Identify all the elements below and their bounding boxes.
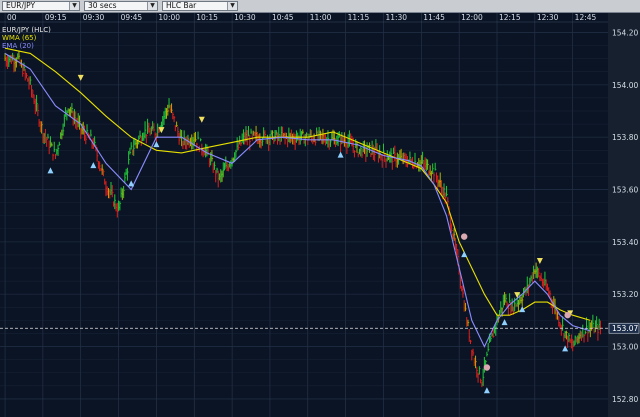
x-tick-label: 09:15 [45, 13, 67, 22]
chevron-down-icon[interactable]: ▼ [227, 2, 237, 10]
chart-type-select[interactable]: HLC Bar ▼ [162, 1, 238, 11]
chevron-down-icon[interactable]: ▼ [69, 2, 79, 10]
y-tick-label: 154.00 [612, 81, 638, 90]
x-tick-label: 12:00 [461, 13, 483, 22]
symbol-select[interactable]: EUR/JPY ▼ [2, 1, 80, 11]
x-tick-label: 12:30 [537, 13, 559, 22]
price-chart[interactable]: 00 09:15 09:30 09:45 10:00 10:15 10:30 10:45 11:… [0, 0, 640, 417]
interval-select[interactable]: 30 secs ▼ [84, 1, 158, 11]
y-tick-label: 153.00 [612, 343, 638, 352]
current-price-label: 153.07 [612, 324, 638, 333]
y-tick-label: 153.20 [612, 290, 638, 299]
x-tick-label: 12:15 [499, 13, 521, 22]
trading-chart-window: 00 09:15 09:30 09:45 10:00 10:15 10:30 10:45 11:… [0, 0, 640, 417]
x-tick-label: 00 [7, 13, 17, 22]
plot-background [0, 12, 640, 417]
y-tick-label: 152.80 [612, 395, 638, 404]
x-tick-label: 11:00 [310, 13, 332, 22]
exit-signal-marker [460, 233, 468, 240]
legend-entry: EMA (20) [2, 42, 34, 50]
legend-entry: EUR/JPY (HLC) [2, 26, 51, 34]
x-tick-label: 10:15 [196, 13, 218, 22]
x-tick-label: 10:00 [158, 13, 180, 22]
exit-signal-marker [483, 364, 491, 371]
x-tick-label: 09:30 [83, 13, 105, 22]
x-tick-label: 11:30 [385, 13, 407, 22]
x-tick-label: 12:45 [575, 13, 597, 22]
chevron-down-icon[interactable]: ▼ [147, 2, 157, 10]
x-tick-label: 10:30 [234, 13, 256, 22]
x-tick-label: 11:15 [348, 13, 370, 22]
exit-signal-marker [564, 311, 571, 319]
symbol-select-value: EUR/JPY [6, 1, 36, 10]
chart-type-select-value: HLC Bar [166, 1, 197, 10]
y-tick-label: 153.80 [612, 133, 638, 142]
y-tick-label: 153.40 [612, 238, 638, 247]
axis-panel [608, 12, 640, 417]
x-tick-label: 11:45 [423, 13, 445, 22]
y-tick-label: 153.60 [612, 186, 638, 195]
x-tick-label: 09:45 [121, 13, 143, 22]
chart-toolbar: EUR/JPY ▼ 30 secs ▼ HLC Bar ▼ [0, 0, 640, 13]
y-tick-label: 154.20 [612, 28, 638, 37]
legend-entry: WMA (65) [2, 34, 37, 42]
x-tick-label: 10:45 [272, 13, 294, 22]
interval-select-value: 30 secs [88, 1, 117, 10]
